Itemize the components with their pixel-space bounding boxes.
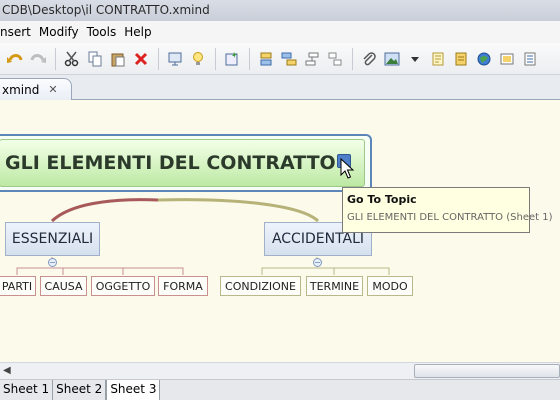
- cut-icon[interactable]: [61, 48, 83, 70]
- subtopic-parti[interactable]: PARTI: [0, 276, 36, 296]
- close-icon[interactable]: ✕: [48, 83, 57, 96]
- window-title: CDB\Desktop\il CONTRATTO.xmind: [0, 0, 560, 21]
- subtopic-termine[interactable]: TERMINE: [306, 276, 363, 296]
- central-topic[interactable]: GLI ELEMENTI DEL CONTRATTO: [0, 134, 372, 192]
- attachment-icon[interactable]: [358, 48, 380, 70]
- subtopic-modo[interactable]: MODO: [367, 276, 413, 296]
- sheet-tabbar: Sheet 1 Sheet 2 Sheet 3: [0, 379, 560, 400]
- undo-icon[interactable]: [4, 48, 26, 70]
- toolbar-separator: [352, 47, 353, 70]
- insert-topic-icon[interactable]: [255, 48, 277, 70]
- lightbulb-icon[interactable]: [187, 48, 209, 70]
- redo-icon[interactable]: [27, 48, 49, 70]
- image-icon[interactable]: [381, 48, 403, 70]
- toolbar-separator: [249, 47, 250, 70]
- mouse-cursor-icon: [340, 158, 355, 179]
- connector-essenziali-sub: [16, 257, 184, 275]
- menu-modify[interactable]: Modify: [39, 21, 87, 43]
- connector-accidentali-sub: [261, 257, 390, 275]
- insert-subtopic-icon[interactable]: [278, 48, 300, 70]
- insert-parent-icon[interactable]: [301, 48, 323, 70]
- menu-insert[interactable]: nsert: [0, 21, 39, 43]
- new-topic-icon[interactable]: [221, 48, 243, 70]
- collapse-icon[interactable]: −: [48, 258, 57, 267]
- delete-icon[interactable]: [130, 48, 152, 70]
- editor-tabstrip: xmind ✕: [0, 75, 560, 100]
- detach-icon[interactable]: [324, 48, 346, 70]
- connector-essenziali: [50, 198, 159, 223]
- dropdown-icon[interactable]: [404, 48, 426, 70]
- hyperlink-icon[interactable]: [473, 48, 495, 70]
- central-topic-body: GLI ELEMENTI DEL CONTRATTO: [0, 139, 365, 187]
- subtopic-oggetto[interactable]: OGGETTO: [91, 276, 155, 296]
- horizontal-scrollbar[interactable]: ◀: [0, 362, 560, 379]
- subtopic-causa[interactable]: CAUSA: [40, 276, 87, 296]
- label-icon[interactable]: [496, 48, 518, 70]
- paste-icon[interactable]: [107, 48, 129, 70]
- connector-accidentali: [157, 198, 320, 223]
- toolbar-separator: [55, 47, 56, 70]
- menu-help[interactable]: Help: [124, 21, 159, 43]
- menu-bar: nsert Modify Tools Help: [0, 21, 560, 43]
- toolbar-separator: [215, 47, 216, 70]
- sheet-tab-2[interactable]: Sheet 2: [53, 380, 107, 400]
- subtopic-forma[interactable]: FORMA: [158, 276, 208, 296]
- editor-tab-label: xmind: [2, 82, 40, 97]
- collapse-icon[interactable]: −: [313, 258, 322, 267]
- toolbar-separator: [158, 47, 159, 70]
- editor-tab[interactable]: xmind ✕: [0, 78, 72, 100]
- notes-icon[interactable]: [427, 48, 449, 70]
- outline-icon[interactable]: [519, 48, 541, 70]
- central-topic-label: GLI ELEMENTI DEL CONTRATTO: [5, 152, 336, 174]
- scroll-left-icon[interactable]: ◀: [3, 365, 11, 376]
- menu-tools[interactable]: Tools: [87, 21, 125, 43]
- copy-icon[interactable]: [84, 48, 106, 70]
- toolbar: [0, 43, 560, 75]
- scroll-thumb[interactable]: [414, 364, 560, 378]
- sheet-tab-3[interactable]: Sheet 3: [106, 380, 161, 400]
- tooltip-body: GLI ELEMENTI DEL CONTRATTO (Sheet 1): [347, 212, 553, 223]
- topic-essenziali[interactable]: ESSENZIALI: [5, 222, 100, 256]
- marker-icon[interactable]: [450, 48, 472, 70]
- sheet-tab-1[interactable]: Sheet 1: [0, 380, 54, 400]
- tooltip-title: Go To Topic: [347, 193, 417, 206]
- tooltip: Go To Topic GLI ELEMENTI DEL CONTRATTO (…: [342, 187, 553, 233]
- presentation-icon[interactable]: [164, 48, 186, 70]
- subtopic-condizione[interactable]: CONDIZIONE: [220, 276, 301, 296]
